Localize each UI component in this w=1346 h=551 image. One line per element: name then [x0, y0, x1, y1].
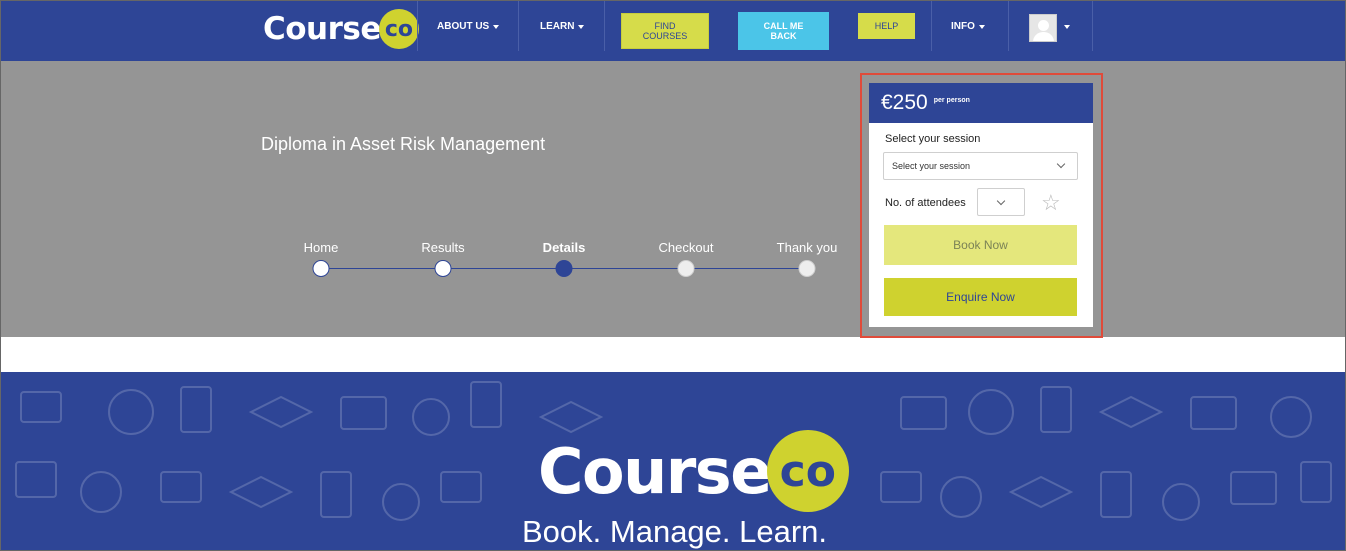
footer-logo: Course co [538, 430, 849, 512]
footer-logo-badge: co [766, 430, 849, 512]
caret-down-icon [978, 24, 985, 29]
course-hero: Diploma in Asset Risk Management Home Re… [1, 61, 1345, 337]
session-select[interactable]: Select your session [883, 152, 1078, 180]
call-me-back-button[interactable]: CALL ME BACK [738, 12, 829, 50]
price-value: €250 [881, 91, 928, 114]
nav-divider [1008, 1, 1009, 51]
footer-banner: Course co Book. Manage. Learn. [1, 372, 1345, 550]
course-title: Diploma in Asset Risk Management [261, 134, 546, 154]
page-frame: Course co ABOUT US LEARN FIND COURSES CAL… [0, 0, 1346, 551]
enquire-now-button[interactable]: Enquire Now [884, 278, 1077, 316]
nav-info[interactable]: INFO [951, 21, 985, 32]
nav-divider [417, 1, 418, 51]
step-label-checkout: Checkout [658, 240, 714, 255]
price-header: €250 per person [869, 83, 1093, 123]
nav-divider [604, 1, 605, 51]
step-label-details: Details [542, 240, 586, 255]
nav-divider [518, 1, 519, 51]
nav-about-us-label: ABOUT US [437, 21, 490, 32]
session-label: Select your session [885, 133, 981, 145]
step-label-home: Home [303, 240, 339, 255]
help-button[interactable]: HELP [858, 13, 915, 39]
header-logo[interactable]: Course co [263, 9, 419, 49]
booking-card: €250 per person Select your session Sele… [869, 83, 1093, 327]
step-dot-details [555, 260, 573, 277]
step-dot-results[interactable] [434, 260, 452, 277]
nav-learn-label: LEARN [540, 21, 575, 32]
step-label-results: Results [421, 240, 465, 255]
nav-learn[interactable]: LEARN [540, 21, 585, 32]
step-dot-thank-you [798, 260, 816, 277]
chevron-down-icon [1056, 159, 1066, 169]
chevron-down-icon [996, 196, 1006, 206]
find-courses-line2: COURSES [642, 31, 688, 41]
step-label-thank-you: Thank you [776, 240, 838, 255]
attendees-label: No. of attendees [885, 197, 966, 209]
book-now-label: Book Now [953, 238, 1008, 252]
per-person-label: per person [933, 97, 970, 104]
logo-text: Course [263, 11, 381, 47]
account-caret-icon[interactable] [1064, 25, 1070, 29]
find-courses-line1: FIND [654, 21, 676, 31]
call-me-back-line2: BACK [770, 31, 797, 41]
nav-info-label: INFO [951, 21, 975, 32]
call-me-back-line1: CALL ME [763, 21, 804, 31]
top-navbar: Course co ABOUT US LEARN FIND COURSES CAL… [1, 1, 1345, 61]
footer-logo-text: Course [538, 434, 772, 508]
step-dot-checkout [677, 260, 695, 277]
nav-about-us[interactable]: ABOUT US [437, 21, 500, 32]
enquire-now-label: Enquire Now [946, 290, 1015, 304]
logo-badge: co [378, 9, 419, 49]
nav-divider [1092, 1, 1093, 51]
favourite-star-icon[interactable]: ☆ [1041, 192, 1061, 214]
nav-divider [931, 1, 932, 51]
attendees-select[interactable] [977, 188, 1025, 216]
footer-tagline: Book. Manage. Learn. [522, 514, 828, 549]
book-now-button[interactable]: Book Now [884, 225, 1077, 265]
step-dot-home[interactable] [312, 260, 330, 277]
session-select-value: Select your session [892, 161, 971, 171]
help-label: HELP [874, 21, 899, 31]
user-avatar-icon[interactable] [1029, 14, 1057, 42]
caret-down-icon [578, 24, 585, 29]
caret-down-icon [493, 24, 500, 29]
find-courses-button[interactable]: FIND COURSES [621, 13, 709, 49]
